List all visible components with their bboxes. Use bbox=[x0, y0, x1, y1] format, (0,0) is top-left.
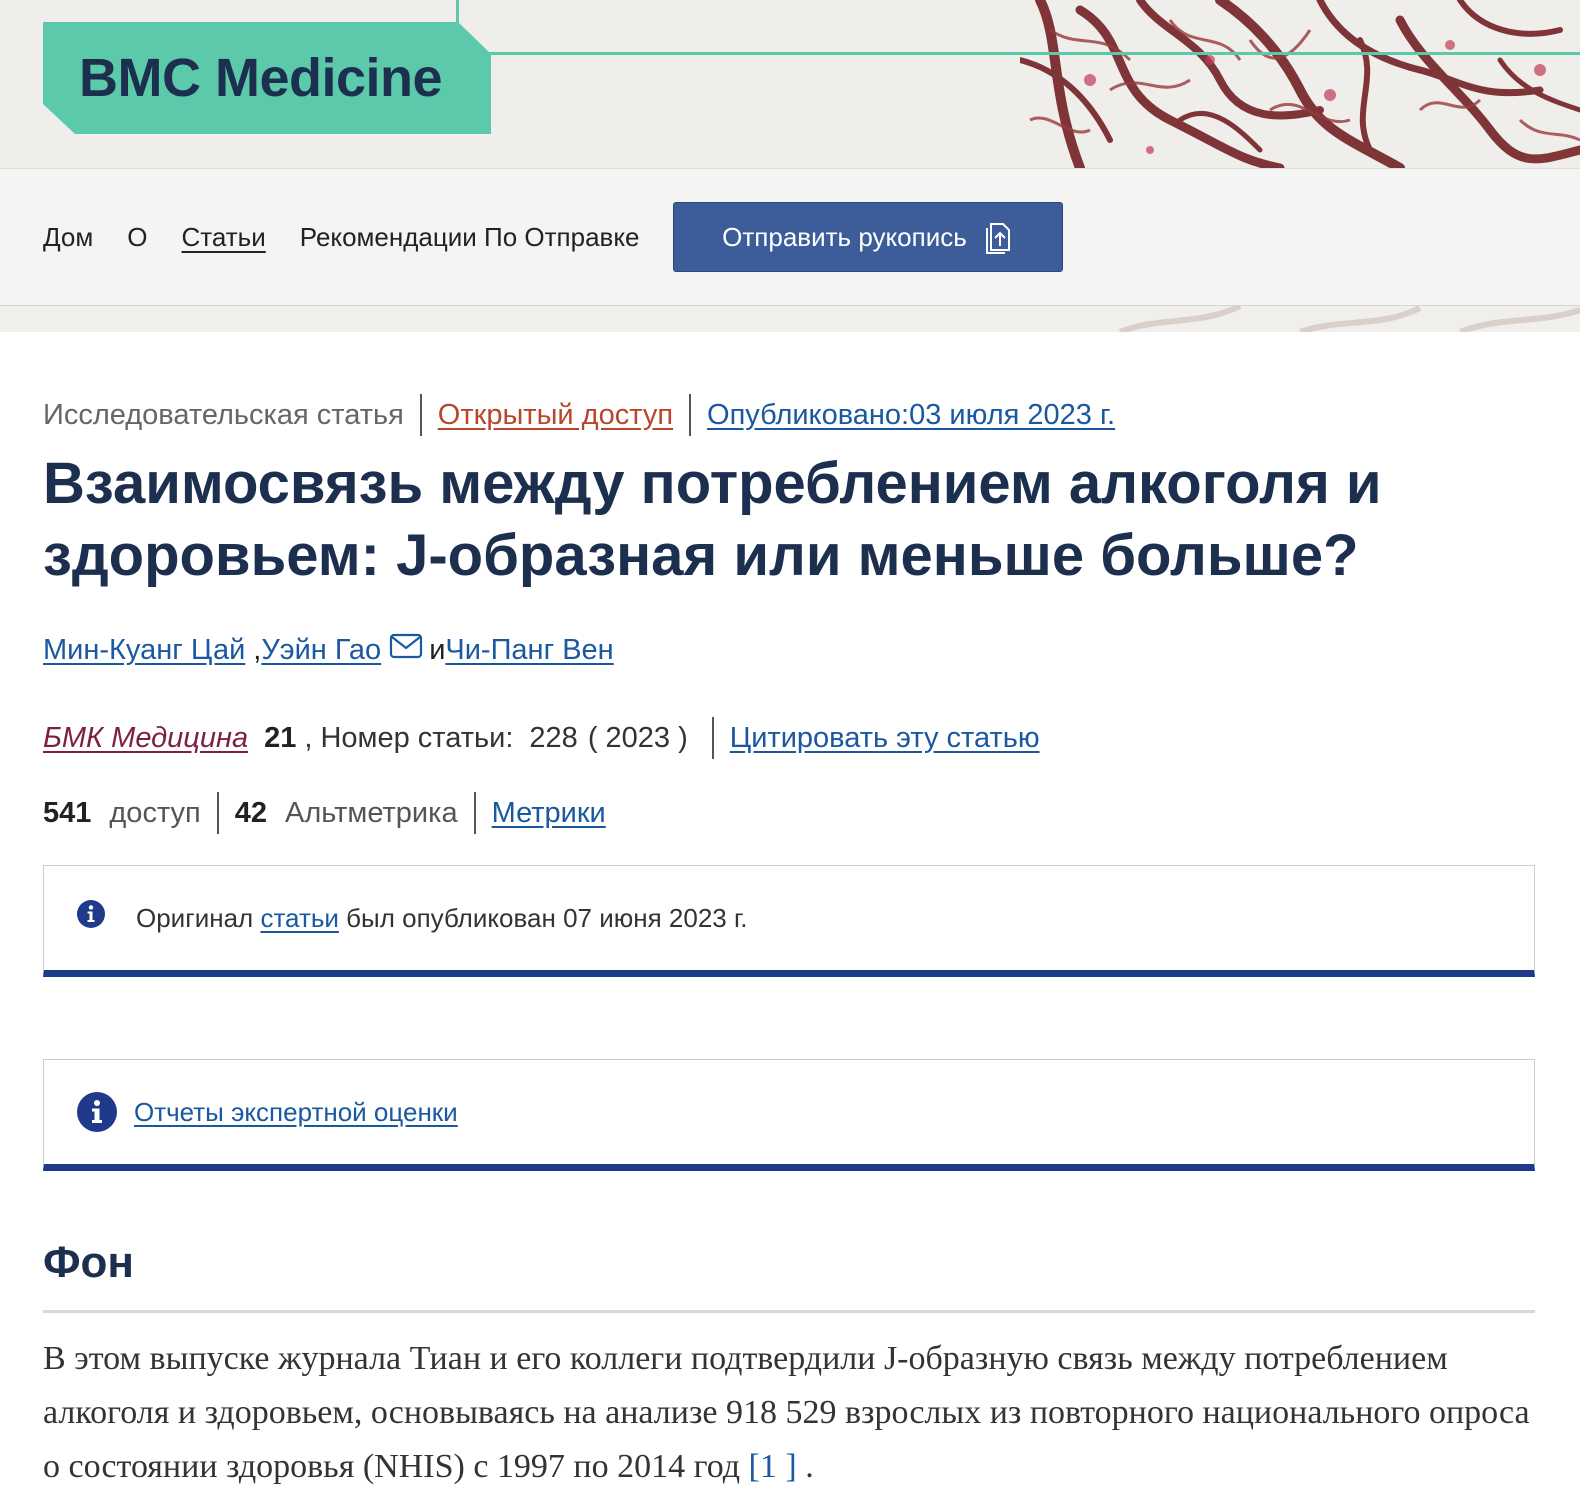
citation-info: БМК Медицина 21 , Номер статьи: 228 ( 20… bbox=[43, 715, 1040, 761]
paragraph-end: . bbox=[805, 1448, 814, 1485]
altmetric-count: 42 bbox=[234, 796, 268, 829]
author-link[interactable]: Мин-Куанг Цай bbox=[43, 634, 245, 667]
journal-link[interactable]: БМК Медицина bbox=[43, 722, 248, 755]
notice-text: Оригинал статьи был опубликован 07 июня … bbox=[136, 903, 748, 934]
cite-article-link[interactable]: Цитировать эту статью bbox=[730, 722, 1040, 755]
author-separator: , bbox=[253, 634, 262, 666]
section-divider bbox=[43, 1310, 1535, 1313]
author-list: Мин-Куанг Цай , Уэйн Гао и Чи-Панг Вен bbox=[43, 633, 614, 667]
publication-year: ( 2023 ) bbox=[587, 721, 688, 754]
journal-logo[interactable]: BMC Medicine bbox=[43, 22, 491, 134]
envelope-icon[interactable] bbox=[389, 633, 423, 659]
article-number-label: , Номер статьи: bbox=[304, 721, 514, 754]
reference-bracket[interactable]: ] bbox=[785, 1448, 796, 1485]
nav-about[interactable]: О bbox=[127, 222, 147, 253]
open-access-link[interactable]: Открытый доступ bbox=[438, 399, 673, 432]
author-link[interactable]: Чи-Панг Вен bbox=[445, 634, 613, 667]
article-type: Исследовательская статья bbox=[43, 398, 404, 431]
article-meta: Исследовательская статья Открытый доступ… bbox=[43, 392, 1115, 438]
section-paragraph: В этом выпуске журнала Тиан и его коллег… bbox=[43, 1332, 1533, 1494]
published-date-link[interactable]: Опубликовано:03 июля 2023 г. bbox=[707, 399, 1115, 432]
metrics-link[interactable]: Метрики bbox=[492, 797, 606, 830]
author-separator: и bbox=[429, 634, 446, 666]
original-article-link[interactable]: статьи bbox=[260, 903, 338, 933]
article-title: Взаимосвязь между потреблением алкоголя … bbox=[43, 451, 1382, 588]
original-article-notice: Оригинал статьи был опубликован 07 июня … bbox=[43, 865, 1535, 977]
peer-review-link[interactable]: Отчеты экспертной оценки bbox=[134, 1097, 458, 1128]
divider bbox=[216, 792, 219, 834]
logo-text: BMC Medicine bbox=[79, 48, 443, 108]
submit-manuscript-button[interactable]: Отправить рукопись bbox=[673, 202, 1064, 272]
submit-button-label: Отправить рукопись bbox=[722, 221, 967, 252]
banner-strip bbox=[0, 306, 1580, 332]
accesses-count: 541 bbox=[43, 796, 92, 829]
section-heading: Фон bbox=[43, 1238, 135, 1287]
info-icon bbox=[77, 1092, 117, 1132]
divider bbox=[473, 792, 476, 834]
author-link[interactable]: Уэйн Гао bbox=[261, 634, 381, 667]
upload-document-icon bbox=[985, 223, 1010, 254]
info-icon bbox=[77, 900, 105, 928]
journal-banner: BMC Medicine bbox=[0, 0, 1580, 168]
nav-submission-guidelines[interactable]: Рекомендации По Отправке bbox=[300, 222, 640, 253]
reference-link[interactable]: [1 bbox=[749, 1448, 777, 1485]
article-number: 228 bbox=[529, 721, 578, 754]
notice-suffix: был опубликован 07 июня 2023 г. bbox=[346, 902, 748, 933]
divider bbox=[689, 394, 692, 436]
peer-review-notice: Отчеты экспертной оценки bbox=[43, 1059, 1535, 1171]
main-nav: Дом О Статьи Рекомендации По Отправке От… bbox=[0, 168, 1580, 307]
notice-prefix: Оригинал bbox=[136, 902, 254, 933]
volume: 21 bbox=[264, 721, 297, 754]
article-metrics: 541 доступ 42 Альтметрика Метрики bbox=[43, 790, 606, 836]
accesses-label: доступ bbox=[109, 796, 201, 829]
divider bbox=[419, 394, 422, 436]
nav-articles[interactable]: Статьи bbox=[181, 222, 265, 253]
nav-home[interactable]: Дом bbox=[43, 222, 93, 253]
blood-vessels-image bbox=[1020, 0, 1580, 168]
altmetric-label: Альтметрика bbox=[285, 796, 458, 829]
banner-decor-line bbox=[456, 0, 459, 24]
divider bbox=[711, 717, 714, 759]
banner-decor-rule bbox=[458, 52, 1580, 55]
